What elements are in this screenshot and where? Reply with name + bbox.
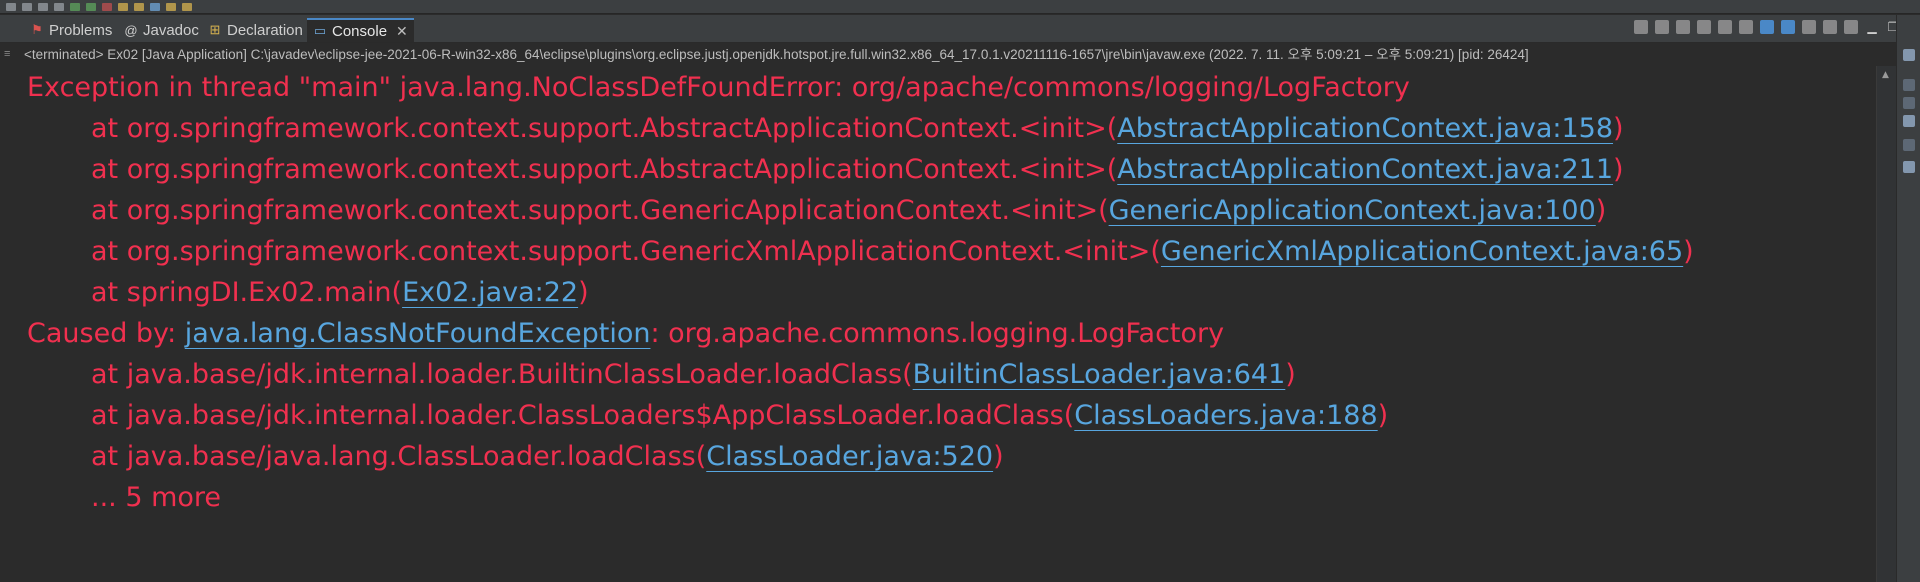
stack-frame-line: at org.springframework.context.support.A…	[91, 152, 1624, 188]
show-on-stdout-icon[interactable]	[1760, 20, 1774, 34]
source-link[interactable]: GenericXmlApplicationContext.java:65	[1161, 236, 1683, 267]
tab-javadoc[interactable]: @ Javadoc	[118, 18, 205, 42]
back-arrow-icon[interactable]	[166, 2, 176, 11]
close-icon[interactable]: ✕	[396, 23, 408, 40]
servers-icon[interactable]	[1903, 139, 1915, 151]
hierarchy-icon[interactable]	[1903, 115, 1915, 127]
data-source-icon[interactable]	[1903, 161, 1915, 173]
console-text: at org.springframework.context.support.G…	[91, 236, 1161, 267]
exception-line: Exception in thread "main" java.lang.NoC…	[27, 70, 1410, 106]
declaration-icon: ⊞	[209, 22, 221, 37]
console-status-line: ≡ <terminated> Ex02 [Java Application] C…	[0, 44, 1880, 66]
console-text: ... 5 more	[91, 482, 222, 513]
forward-arrow-icon[interactable]	[182, 2, 192, 11]
console-text: )	[993, 441, 1004, 472]
stack-frame-line: at org.springframework.context.support.G…	[91, 234, 1694, 270]
tab-label: Console	[332, 22, 388, 40]
console-text: at java.base/jdk.internal.loader.Builtin…	[91, 359, 913, 390]
console-text: )	[1595, 195, 1607, 226]
minimize-icon[interactable]: ▁	[1865, 20, 1879, 34]
tab-console[interactable]: ▭ Console ✕	[307, 18, 414, 42]
debug-icon[interactable]	[70, 2, 80, 11]
outline-icon[interactable]	[1903, 79, 1915, 91]
console-text: at org.springframework.context.support.G…	[91, 195, 1109, 226]
open-folder-icon[interactable]	[118, 2, 128, 11]
tab-label: Declaration	[227, 21, 303, 39]
right-trim-toolbar	[1896, 15, 1920, 582]
restore-icon[interactable]	[1903, 49, 1915, 61]
stack-frame-line: at java.base/jdk.internal.loader.Builtin…	[91, 357, 1296, 393]
external-tools-icon[interactable]	[102, 2, 112, 11]
source-link[interactable]: java.lang.ClassNotFoundException	[185, 318, 651, 349]
process-description: <terminated> Ex02 [Java Application] C:\…	[24, 47, 1529, 62]
show-on-stderr-icon[interactable]	[1781, 20, 1795, 34]
new-file-icon[interactable]	[6, 2, 16, 11]
console-text: )	[1285, 359, 1296, 390]
source-link[interactable]: ClassLoaders.java:188	[1074, 400, 1377, 431]
console-text: )	[578, 277, 589, 308]
remove-launch-icon[interactable]	[1655, 20, 1669, 34]
remove-all-terminated-icon[interactable]	[1676, 20, 1690, 34]
console-text: )	[1683, 236, 1694, 267]
console-output[interactable]: Exception in thread "main" java.lang.NoC…	[0, 66, 1876, 582]
console-text: at java.base/jdk.internal.loader.ClassLo…	[91, 400, 1075, 431]
console-text: Caused by:	[27, 318, 185, 349]
console-text: )	[1613, 154, 1624, 185]
console-text: at java.base/java.lang.ClassLoader.loadC…	[91, 441, 707, 472]
save-all-icon[interactable]	[38, 2, 48, 11]
console-text: )	[1377, 400, 1389, 431]
source-link[interactable]: Ex02.java:22	[402, 277, 578, 308]
caused-by-line: Caused by: java.lang.ClassNotFoundExcept…	[27, 316, 1224, 352]
tab-problems[interactable]: ⚑ Problems	[24, 18, 118, 42]
tab-label: Problems	[49, 21, 113, 39]
tree-collapse-icon: ≡	[4, 48, 11, 60]
problems-icon: ⚑	[31, 22, 43, 37]
stack-frame-line: at org.springframework.context.support.A…	[91, 111, 1624, 147]
task-list-icon[interactable]	[1903, 97, 1915, 109]
search-icon[interactable]	[150, 2, 160, 11]
source-link[interactable]: GenericApplicationContext.java:100	[1109, 195, 1596, 226]
scroll-up-icon[interactable]: ▲	[1882, 70, 1889, 80]
tab-declaration[interactable]: ⊞ Declaration	[202, 18, 309, 42]
console-text: Exception in thread "main" java.lang.NoC…	[27, 72, 1410, 103]
console-text: at org.springframework.context.support.A…	[91, 113, 1118, 144]
scroll-lock-icon[interactable]	[1718, 20, 1732, 34]
tab-label: Javadoc	[143, 21, 199, 39]
stack-frame-line: at java.base/jdk.internal.loader.ClassLo…	[91, 398, 1388, 434]
stack-frame-line: at org.springframework.context.support.G…	[91, 193, 1606, 229]
main-toolbar	[0, 0, 1920, 14]
open-console-icon[interactable]	[1844, 20, 1858, 34]
word-wrap-icon[interactable]	[1739, 20, 1753, 34]
source-link[interactable]: ClassLoader.java:520	[706, 441, 993, 472]
console-text: : org.apache.commons.logging.LogFactory	[650, 318, 1225, 349]
source-link[interactable]: AbstractApplicationContext.java:158	[1117, 113, 1613, 144]
print-icon[interactable]	[54, 2, 64, 11]
clear-console-icon[interactable]	[1697, 20, 1711, 34]
bottom-panel-tabbar: ⚑ Problems @ Javadoc ⊞ Declaration ▭ Con…	[0, 15, 1920, 43]
open-type-icon[interactable]	[134, 2, 144, 11]
console-view-actions: ▁ ❐	[1634, 20, 1900, 34]
console-text: )	[1613, 113, 1624, 144]
console-text: at springDI.Ex02.main(	[91, 277, 403, 308]
source-link[interactable]: AbstractApplicationContext.java:211	[1117, 154, 1613, 185]
console-vertical-scrollbar[interactable]: ▲	[1876, 66, 1896, 582]
pin-console-icon[interactable]	[1802, 20, 1816, 34]
save-icon[interactable]	[22, 2, 32, 11]
run-icon[interactable]	[86, 2, 96, 11]
source-link[interactable]: BuiltinClassLoader.java:641	[913, 359, 1286, 390]
console-icon: ▭	[313, 23, 327, 38]
console-text: at org.springframework.context.support.A…	[91, 154, 1118, 185]
terminate-icon[interactable]	[1634, 20, 1648, 34]
javadoc-icon: @	[124, 22, 138, 38]
stack-frame-line: ... 5 more	[91, 480, 221, 516]
stack-frame-line: at springDI.Ex02.main(Ex02.java:22)	[91, 275, 589, 311]
stack-frame-line: at java.base/java.lang.ClassLoader.loadC…	[91, 439, 1004, 475]
display-selected-console-icon[interactable]	[1823, 20, 1837, 34]
